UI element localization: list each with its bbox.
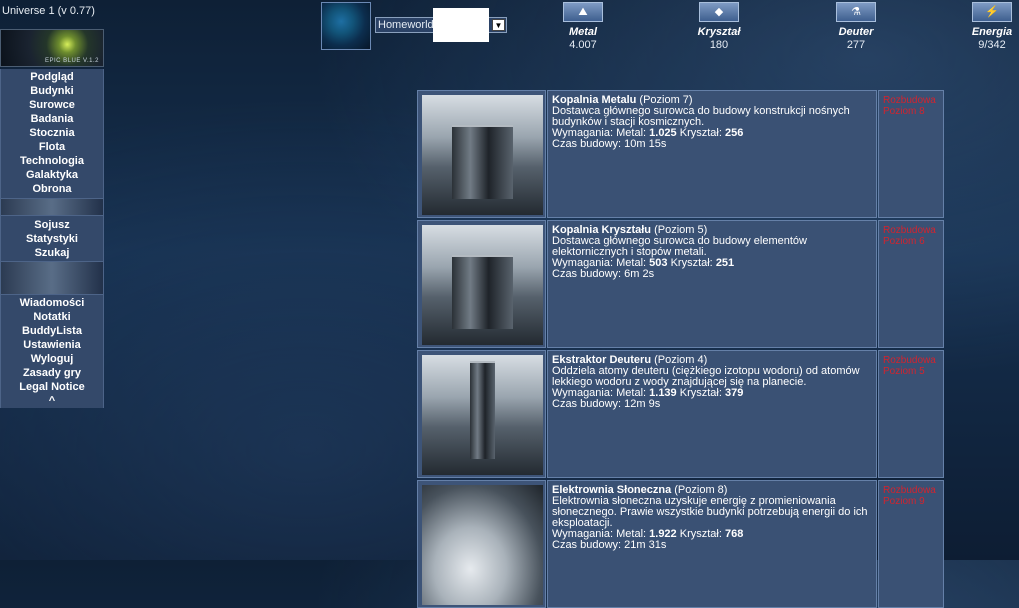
metal-mine-image[interactable] <box>422 95 543 215</box>
building-description: Elektrownia Słoneczna (Poziom 8) Elektro… <box>547 480 877 608</box>
resource-value: 180 <box>709 39 729 51</box>
upgrade-level[interactable]: Poziom 8 <box>883 106 925 117</box>
menu-item-stocznia[interactable]: Stocznia <box>1 126 103 140</box>
resource-value: 9/342 <box>978 39 1006 51</box>
building-row: Kopalnia Metalu (Poziom 7) Dostawca głów… <box>417 90 944 218</box>
resource-energy: ⚡ Energia 9/342 <box>952 2 1019 51</box>
upgrade-cell: Rozbudowa Poziom 5 <box>878 350 944 478</box>
building-desc-text: Elektrownia słoneczna uzyskuje energię z… <box>552 495 868 529</box>
build-time-value: 21m 31s <box>624 539 667 551</box>
building-image-cell <box>417 220 546 348</box>
version-label: Universe 1 (v 0.77) <box>2 5 95 17</box>
build-time-value: 6m 2s <box>624 268 655 280</box>
resource-name: Metal <box>568 26 598 38</box>
menu-item-wyloguj[interactable]: Wyloguj <box>1 352 103 366</box>
building-row: Ekstraktor Deuteru (Poziom 4) Oddziela a… <box>417 350 944 478</box>
upgrade-level[interactable]: Poziom 5 <box>883 366 925 377</box>
menu-item-surowce[interactable]: Surowce <box>1 98 103 112</box>
upgrade-cell: Rozbudowa Poziom 9 <box>878 480 944 608</box>
planet-select[interactable]: Homeworld ▼ <box>375 8 507 42</box>
upgrade-level[interactable]: Poziom 9 <box>883 496 925 507</box>
upgrade-link[interactable]: Rozbudowa <box>883 225 936 236</box>
menu-item-scroll-top[interactable]: ^ <box>1 394 103 408</box>
upgrade-cell: Rozbudowa Poziom 8 <box>878 90 944 218</box>
req-crystal-value: 768 <box>724 528 744 540</box>
menu-item-obrona[interactable]: Obrona <box>1 182 103 196</box>
menu-divider <box>0 198 104 216</box>
resource-metal: ⛰ Metal 4.007 <box>543 2 623 51</box>
build-time-value: 10m 15s <box>624 138 667 150</box>
build-time-label: Czas budowy: <box>552 539 622 551</box>
building-description: Kopalnia Metalu (Poziom 7) Dostawca głów… <box>547 90 877 218</box>
resource-name: Deuter <box>838 26 874 38</box>
menu-group-main: Podgląd Budynki Surowce Badania Stocznia… <box>0 69 104 198</box>
menu-item-szukaj[interactable]: Szukaj <box>1 246 103 260</box>
resource-value: 277 <box>846 39 866 51</box>
building-desc-text: Oddziela atomy deuteru (ciężkiego izotop… <box>552 365 860 388</box>
deuterium-extractor-image[interactable] <box>422 355 543 475</box>
menu-item-podglad[interactable]: Podgląd <box>1 70 103 84</box>
metal-icon: ⛰ <box>563 2 603 22</box>
menu-item-legal-notice[interactable]: Legal Notice <box>1 380 103 394</box>
build-time-label: Czas budowy: <box>552 138 622 150</box>
req-crystal-label: Kryształ: <box>679 387 722 399</box>
solar-plant-image[interactable] <box>422 485 543 605</box>
menu-item-zasady-gry[interactable]: Zasady gry <box>1 366 103 380</box>
resource-name: Kryształ <box>697 26 741 38</box>
building-image-cell <box>417 90 546 218</box>
logo-text: EPIC BLUE V.1.2 <box>45 58 99 64</box>
req-crystal-value: 251 <box>715 257 735 269</box>
menu-item-ustawienia[interactable]: Ustawienia <box>1 338 103 352</box>
building-desc-text: Dostawca głównego surowca do budowy kons… <box>552 105 850 128</box>
redacted-area <box>433 8 489 42</box>
req-crystal-value: 256 <box>724 127 744 139</box>
menu-group-account: Wiadomości Notatki BuddyLista Ustawienia… <box>0 295 104 408</box>
upgrade-link[interactable]: Rozbudowa <box>883 485 936 496</box>
building-description: Kopalnia Kryształu (Poziom 5) Dostawca g… <box>547 220 877 348</box>
menu-divider <box>0 261 104 295</box>
req-crystal-label: Kryształ: <box>670 257 713 269</box>
menu-item-badania[interactable]: Badania <box>1 112 103 126</box>
deuterium-icon: ⚗ <box>836 2 876 22</box>
req-crystal-label: Kryształ: <box>679 127 722 139</box>
menu-group-social: Sojusz Statystyki Szukaj <box>0 216 104 261</box>
build-time-label: Czas budowy: <box>552 268 622 280</box>
resource-crystal: ◆ Kryształ 180 <box>679 2 759 51</box>
building-image-cell <box>417 350 546 478</box>
build-time-value: 12m 9s <box>624 398 661 410</box>
upgrade-link[interactable]: Rozbudowa <box>883 355 936 366</box>
building-row: Elektrownia Słoneczna (Poziom 8) Elektro… <box>417 480 944 608</box>
menu-item-notatki[interactable]: Notatki <box>1 310 103 324</box>
req-crystal-value: 379 <box>724 387 744 399</box>
menu-item-budynki[interactable]: Budynki <box>1 84 103 98</box>
menu-item-technologia[interactable]: Technologia <box>1 154 103 168</box>
upgrade-cell: Rozbudowa Poziom 6 <box>878 220 944 348</box>
building-row: Kopalnia Kryształu (Poziom 5) Dostawca g… <box>417 220 944 348</box>
game-logo: EPIC BLUE V.1.2 <box>0 29 104 67</box>
building-image-cell <box>417 480 546 608</box>
chevron-down-icon[interactable]: ▼ <box>492 19 505 31</box>
crystal-icon: ◆ <box>699 2 739 22</box>
upgrade-level[interactable]: Poziom 6 <box>883 236 925 247</box>
menu-item-sojusz[interactable]: Sojusz <box>1 218 103 232</box>
menu-item-flota[interactable]: Flota <box>1 140 103 154</box>
crystal-mine-image[interactable] <box>422 225 543 345</box>
building-description: Ekstraktor Deuteru (Poziom 4) Oddziela a… <box>547 350 877 478</box>
menu-item-galaktyka[interactable]: Galaktyka <box>1 168 103 182</box>
building-desc-text: Dostawca głównego surowca do budowy elem… <box>552 235 807 258</box>
upgrade-link[interactable]: Rozbudowa <box>883 95 936 106</box>
planet-select-value: Homeworld <box>378 19 434 31</box>
resource-deuterium: ⚗ Deuter 277 <box>816 2 896 51</box>
resource-value: 4.007 <box>569 39 597 51</box>
menu-item-wiadomosci[interactable]: Wiadomości <box>1 296 103 310</box>
planet-image[interactable] <box>321 2 371 50</box>
build-time-label: Czas budowy: <box>552 398 622 410</box>
req-crystal-label: Kryształ: <box>679 528 722 540</box>
menu-item-buddylista[interactable]: BuddyLista <box>1 324 103 338</box>
energy-icon: ⚡ <box>972 2 1012 22</box>
resource-name: Energia <box>971 26 1013 38</box>
menu-item-statystyki[interactable]: Statystyki <box>1 232 103 246</box>
